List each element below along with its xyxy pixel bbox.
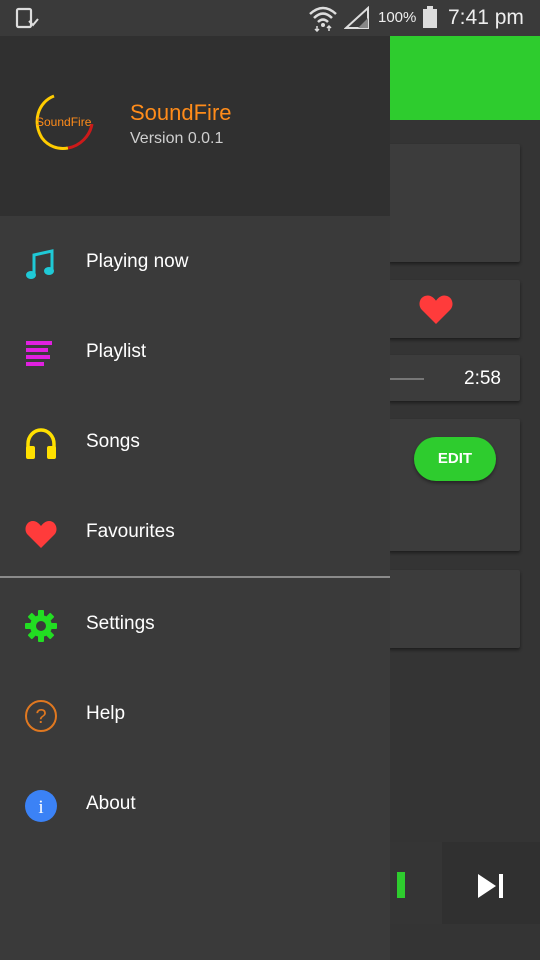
edit-card: EDIT: [388, 419, 520, 551]
signal-icon: [344, 6, 369, 29]
navigation-drawer: SoundFire SoundFire Version 0.0.1 Playin…: [0, 36, 390, 960]
battery-percent: 100%: [378, 9, 417, 26]
edit-button[interactable]: EDIT: [414, 437, 496, 481]
menu-label-help: Help: [86, 703, 126, 724]
menu-divider: [0, 576, 390, 578]
battery-icon: [423, 6, 437, 28]
progress-card: 2:58: [388, 355, 520, 401]
menu-label-songs: Songs: [86, 431, 140, 452]
music-note-icon: [26, 249, 54, 279]
info-icon: i: [25, 790, 57, 822]
gear-icon: [25, 610, 57, 642]
menu-label-settings: Settings: [86, 613, 155, 634]
wifi-icon: [309, 6, 337, 32]
svg-text:SoundFire: SoundFire: [36, 115, 92, 129]
app-version: Version 0.0.1: [130, 130, 224, 147]
favourite-card: [388, 280, 520, 338]
menu-item-about[interactable]: i About: [0, 761, 390, 851]
menu-item-help[interactable]: ? Help: [0, 671, 390, 761]
menu-item-songs[interactable]: Songs: [0, 399, 390, 489]
menu-label-about: About: [86, 793, 136, 814]
duration-text: 2:58: [464, 368, 501, 389]
clock: 7:41 pm: [448, 6, 524, 29]
status-bar: 100% 7:41 pm: [0, 0, 540, 36]
svg-text:i: i: [38, 797, 43, 818]
play-indicator: [397, 872, 405, 898]
heart-icon[interactable]: [418, 292, 454, 326]
menu-label-playing-now: Playing now: [86, 251, 189, 272]
menu-item-playing-now[interactable]: Playing now: [0, 219, 390, 309]
skip-next-icon[interactable]: [476, 872, 506, 900]
menu-item-favourites[interactable]: Favourites: [0, 489, 390, 579]
soundfire-logo: SoundFire: [35, 94, 94, 150]
app-name: SoundFire: [130, 100, 232, 125]
seek-bar[interactable]: [390, 378, 424, 380]
drawer-header: SoundFire SoundFire Version 0.0.1: [0, 36, 390, 216]
heart-icon: [25, 521, 57, 548]
playlist-icon: [26, 341, 52, 366]
info-card: [388, 570, 520, 648]
app-toolbar: [388, 36, 540, 120]
svg-text:?: ?: [35, 706, 46, 728]
help-icon: ?: [25, 700, 57, 732]
headphones-icon: [26, 428, 56, 459]
menu-item-playlist[interactable]: Playlist: [0, 309, 390, 399]
menu-label-playlist: Playlist: [86, 341, 147, 362]
device-icon: [15, 7, 39, 29]
menu-label-favourites: Favourites: [86, 521, 175, 542]
menu-item-settings[interactable]: Settings: [0, 581, 390, 671]
album-card[interactable]: [388, 144, 520, 262]
